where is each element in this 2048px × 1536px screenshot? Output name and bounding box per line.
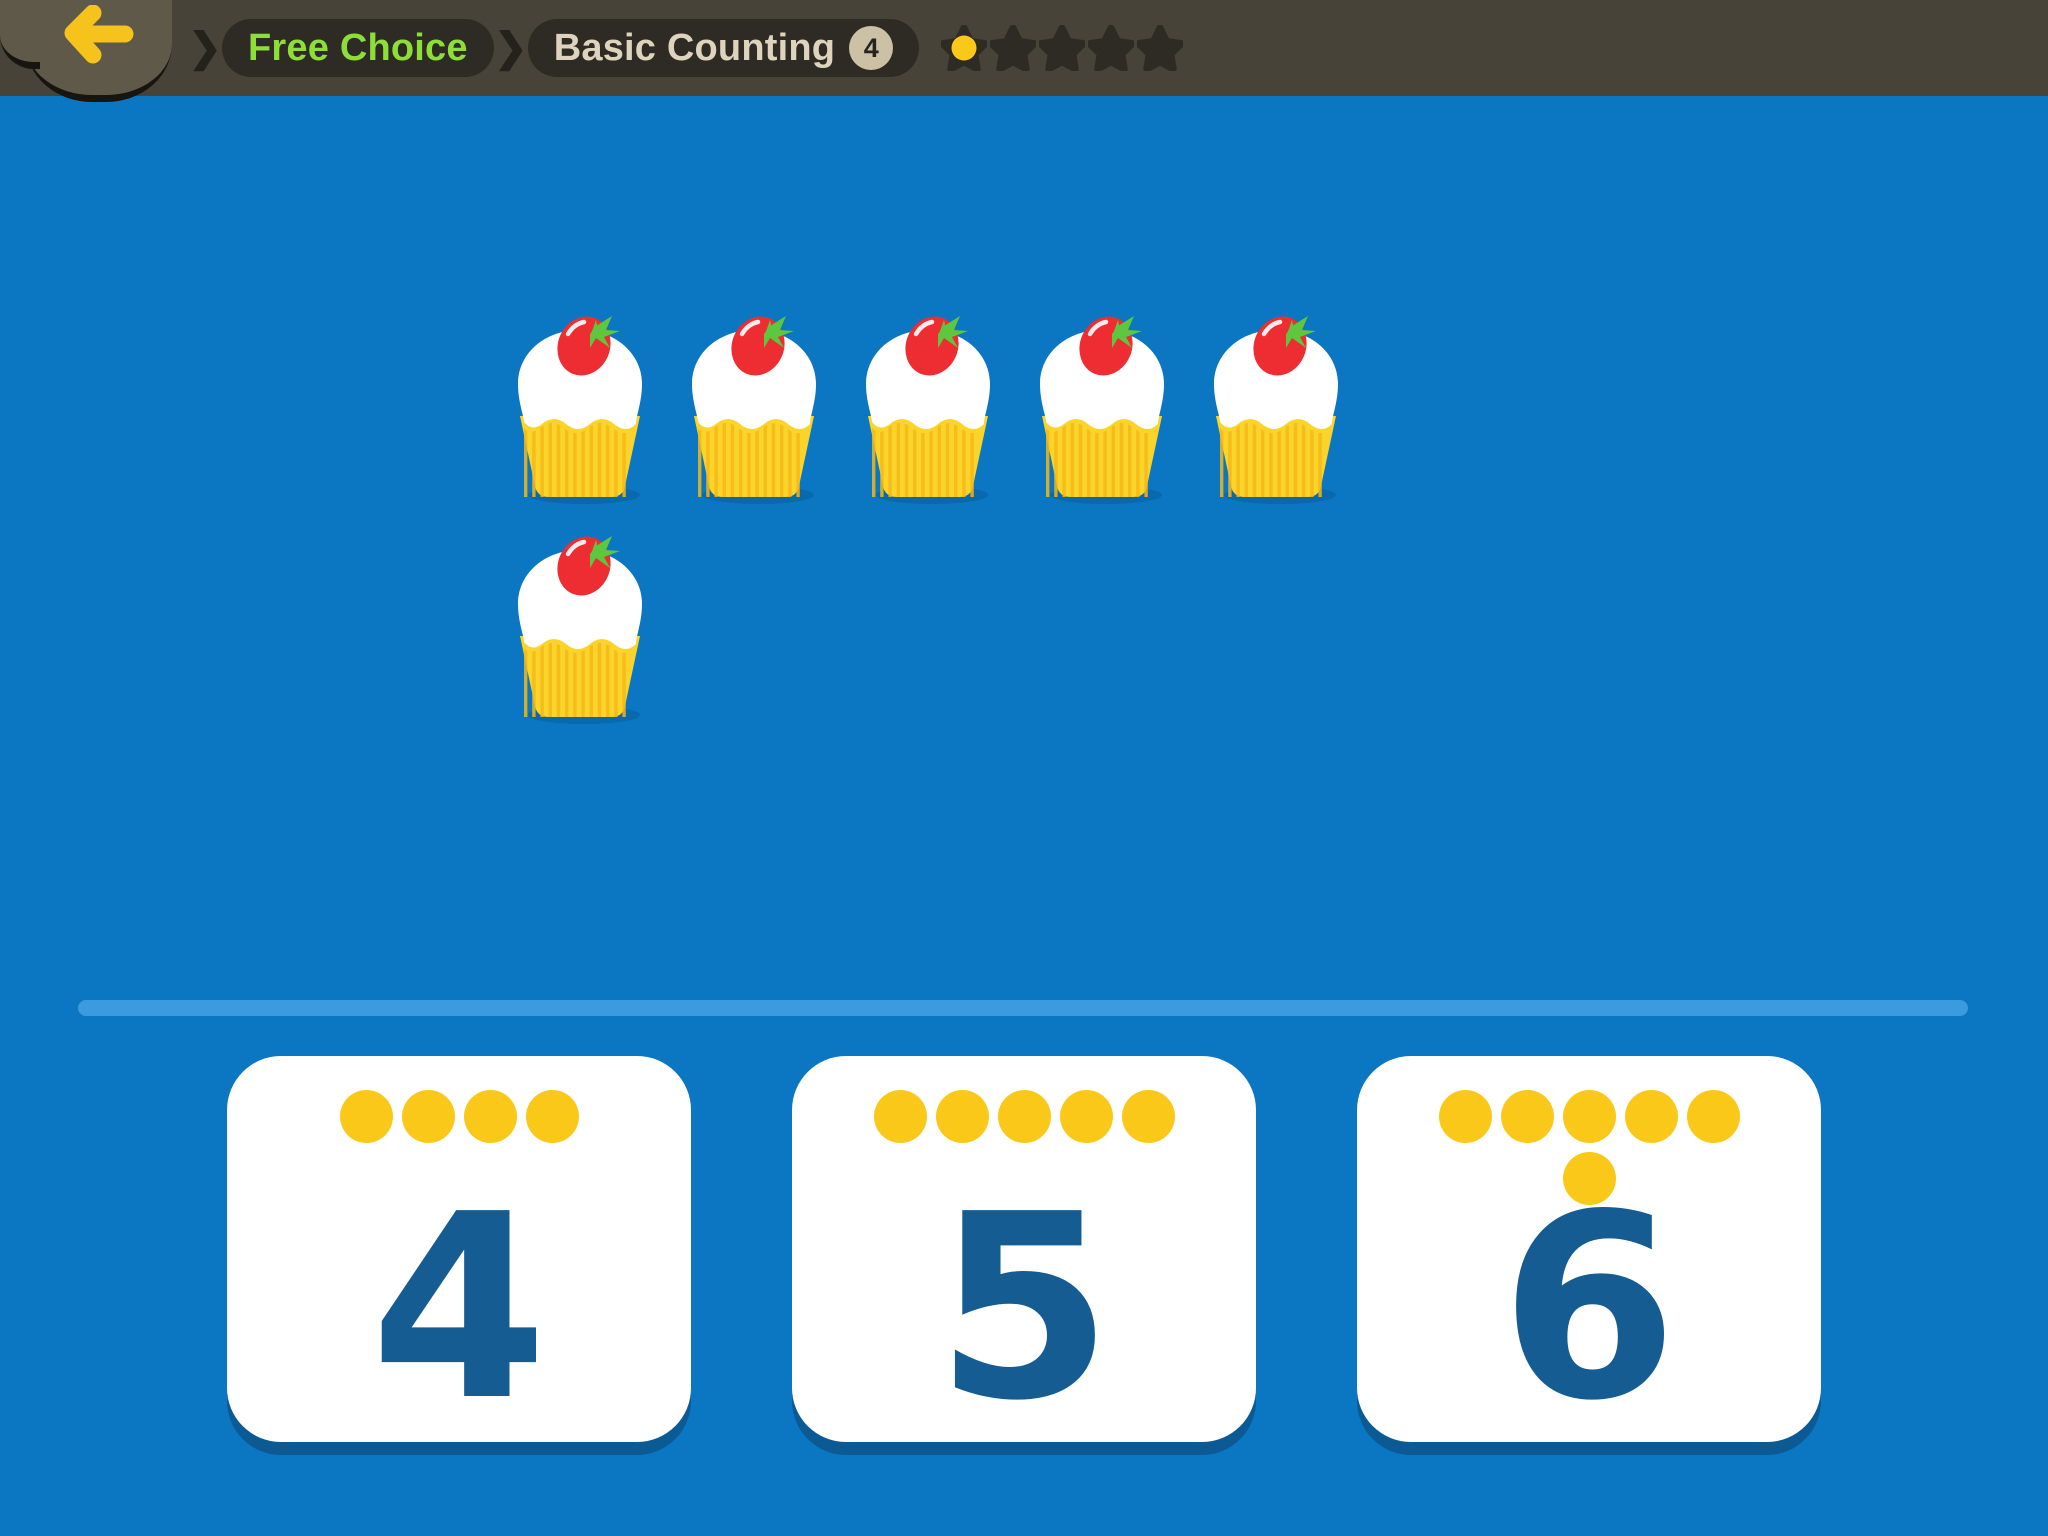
answer-cards: 4 5 6 [0, 1056, 2048, 1486]
progress-stars [941, 25, 1184, 71]
count-dot [1059, 1090, 1113, 1143]
count-dot [1562, 1090, 1616, 1143]
section-divider [78, 1000, 1968, 1016]
top-bar: ❯ Free Choice ❯ Basic Counting 4 [0, 0, 2048, 102]
breadcrumb-item-basic-counting[interactable]: Basic Counting 4 [527, 19, 920, 77]
star-empty-icon [1088, 25, 1135, 71]
answer-card-5[interactable]: 5 [792, 1056, 1256, 1442]
breadcrumb-label: Basic Counting [553, 26, 836, 69]
cupcake-icon [1188, 304, 1364, 504]
cupcake-icon [492, 304, 668, 504]
arrow-left-icon [63, 4, 135, 65]
cupcake-icon [492, 524, 668, 724]
answer-card-6[interactable]: 6 [1357, 1056, 1821, 1442]
chevron-right-icon: ❯ [188, 26, 222, 70]
count-dot [401, 1090, 455, 1143]
count-dot [873, 1090, 927, 1143]
cupcake-icon [840, 304, 1016, 504]
count-dot [1686, 1090, 1740, 1143]
count-dot [463, 1090, 517, 1143]
count-dot [1121, 1090, 1175, 1143]
count-dot [339, 1090, 393, 1143]
answer-card-number: 5 [935, 1160, 1113, 1442]
answer-card-number: 6 [1500, 1160, 1678, 1442]
level-badge: 4 [849, 26, 894, 70]
count-dot [525, 1090, 579, 1143]
count-dot [935, 1090, 989, 1143]
back-button[interactable] [0, 0, 172, 102]
breadcrumb-item-free-choice[interactable]: Free Choice [222, 19, 494, 77]
count-dot [1624, 1090, 1678, 1143]
count-dot [997, 1090, 1051, 1143]
star-empty-icon [1137, 25, 1184, 71]
count-dot [1500, 1090, 1554, 1143]
breadcrumb-label: Free Choice [248, 26, 468, 69]
answer-card-number: 4 [370, 1160, 548, 1442]
answer-card-dots [298, 1090, 620, 1143]
answer-card-dots [863, 1090, 1185, 1143]
question-stage [0, 96, 2048, 996]
star-empty-icon [990, 25, 1037, 71]
star-filled-icon [941, 25, 988, 71]
count-dot [1438, 1090, 1492, 1143]
breadcrumb: ❯ Free Choice ❯ Basic Counting 4 [188, 0, 1184, 96]
cupcake-icon [666, 304, 842, 504]
counting-game-screen: ❯ Free Choice ❯ Basic Counting 4 4 5 6 [0, 0, 2048, 1536]
star-empty-icon [1039, 25, 1086, 71]
answer-card-4[interactable]: 4 [227, 1056, 691, 1442]
chevron-right-icon: ❯ [493, 26, 528, 70]
cupcake-icon [1014, 304, 1190, 504]
